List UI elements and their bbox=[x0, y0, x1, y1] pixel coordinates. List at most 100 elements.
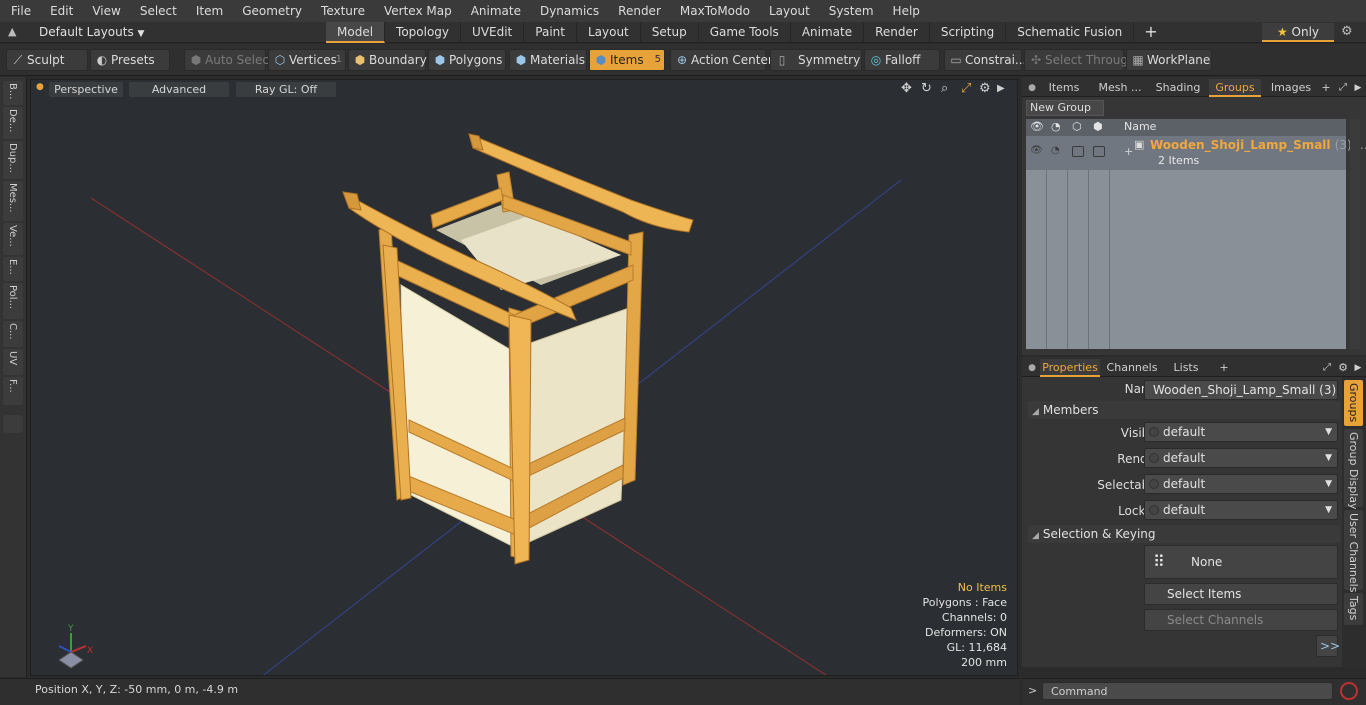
side-tab-group-display[interactable]: Group Display bbox=[1344, 429, 1363, 510]
action-center-button[interactable]: ⊕ Action Center bbox=[670, 49, 773, 71]
panel-dot-icon[interactable]: ● bbox=[1026, 79, 1038, 97]
zoom-icon[interactable]: ⌕ bbox=[941, 81, 948, 96]
left-tab-vertex[interactable]: Ve... bbox=[3, 223, 23, 255]
left-tab-basic[interactable]: B... bbox=[3, 81, 23, 105]
group-row[interactable]: 👁 ◔ + ▣ Wooden_Shoji_Lamp_Small (3) … 2 … bbox=[1026, 136, 1366, 170]
menu-render[interactable]: Render bbox=[607, 4, 669, 18]
tab-properties[interactable]: Properties bbox=[1040, 359, 1100, 377]
perspective-button[interactable]: Perspective bbox=[49, 82, 123, 97]
menu-vertex-map[interactable]: Vertex Map bbox=[373, 4, 460, 18]
tab-lists[interactable]: Lists bbox=[1166, 359, 1206, 377]
boundary-button[interactable]: ⬢ Boundary bbox=[348, 49, 427, 71]
vertices-button[interactable]: ⬡ Vertices 1 bbox=[268, 49, 346, 71]
tab-groups[interactable]: Groups bbox=[1209, 79, 1261, 97]
visibility-icon[interactable]: 👁 bbox=[1030, 145, 1043, 156]
layout-selector[interactable]: Default Layouts ▼ bbox=[39, 25, 144, 39]
tab-shading[interactable]: Shading bbox=[1152, 79, 1204, 97]
menu-help[interactable]: Help bbox=[882, 4, 928, 18]
tab-animate[interactable]: Animate bbox=[791, 22, 865, 43]
menu-layout[interactable]: Layout bbox=[758, 4, 818, 18]
tab-render[interactable]: Render bbox=[864, 22, 930, 43]
selectable-checkbox[interactable] bbox=[1072, 146, 1084, 157]
add-tab-icon[interactable]: + bbox=[1134, 22, 1167, 43]
none-button[interactable]: ⠿ None bbox=[1144, 545, 1338, 579]
left-tab-extra[interactable] bbox=[3, 415, 23, 433]
add-panel-tab-icon[interactable]: + bbox=[1320, 79, 1332, 97]
command-input[interactable] bbox=[1042, 682, 1333, 700]
workplane-button[interactable]: ▦ WorkPlane bbox=[1126, 49, 1212, 71]
side-tab-tags[interactable]: Tags bbox=[1344, 593, 1363, 625]
viewport-gear-icon[interactable]: ⚙ bbox=[979, 81, 991, 96]
left-tab-duplicate[interactable]: Dup... bbox=[3, 141, 23, 179]
select-channels-button[interactable]: Select Channels bbox=[1144, 609, 1338, 631]
menu-view[interactable]: View bbox=[81, 4, 128, 18]
menu-edit[interactable]: Edit bbox=[39, 4, 81, 18]
viewport-dot-icon[interactable]: ● bbox=[36, 82, 44, 92]
left-tab-curve[interactable]: C... bbox=[3, 321, 23, 347]
props-dot-icon[interactable]: ● bbox=[1026, 359, 1038, 377]
select-items-button[interactable]: Select Items bbox=[1144, 583, 1338, 605]
side-tab-groups[interactable]: Groups bbox=[1344, 380, 1363, 426]
left-tab-mesh-edit[interactable]: Mes... bbox=[3, 181, 23, 221]
menu-texture[interactable]: Texture bbox=[310, 4, 373, 18]
expand-arrow-icon[interactable]: ▶ bbox=[997, 83, 1005, 94]
menu-file[interactable]: File bbox=[0, 4, 39, 18]
selection-keying-section[interactable]: ◢ Selection & Keying bbox=[1028, 525, 1340, 543]
add-props-tab-icon[interactable]: + bbox=[1218, 359, 1230, 377]
materials-button[interactable]: ⬢ Materials bbox=[509, 49, 587, 71]
props-gear-icon[interactable]: ⚙ bbox=[1336, 359, 1350, 377]
left-tab-deform[interactable]: De... bbox=[3, 107, 23, 139]
expand-plus-icon[interactable]: + bbox=[1124, 145, 1133, 158]
tab-mesh[interactable]: Mesh ... bbox=[1092, 79, 1148, 97]
left-tab-fusion[interactable]: F... bbox=[3, 377, 23, 405]
falloff-button[interactable]: ◎ Falloff bbox=[864, 49, 940, 71]
group-name[interactable]: Wooden_Shoji_Lamp_Small (3) … bbox=[1150, 138, 1366, 152]
tab-setup[interactable]: Setup bbox=[641, 22, 699, 43]
groups-scrollbar[interactable] bbox=[1350, 119, 1360, 349]
render-select[interactable]: default ▼ bbox=[1144, 448, 1338, 468]
tab-scripting[interactable]: Scripting bbox=[930, 22, 1007, 43]
tab-game-tools[interactable]: Game Tools bbox=[699, 22, 791, 43]
menu-select[interactable]: Select bbox=[129, 4, 185, 18]
left-tab-uv[interactable]: UV bbox=[3, 349, 23, 375]
constraints-button[interactable]: ▭ Constrai... bbox=[944, 49, 1026, 71]
props-expand-icon[interactable]: ⤢ bbox=[1320, 359, 1334, 377]
tab-uvedit[interactable]: UVEdit bbox=[461, 22, 525, 43]
tab-schematic-fusion[interactable]: Schematic Fusion bbox=[1006, 22, 1135, 43]
symmetry-button[interactable]: ▯ Symmetry bbox=[770, 49, 862, 71]
tab-paint[interactable]: Paint bbox=[524, 22, 577, 43]
collapse-up-icon[interactable]: ▲ bbox=[8, 25, 22, 39]
side-tab-user-channels[interactable]: User Channels bbox=[1344, 510, 1363, 592]
record-icon[interactable] bbox=[1340, 682, 1358, 700]
move-icon[interactable]: ✥ bbox=[901, 81, 912, 96]
new-group-button[interactable]: New Group bbox=[1026, 100, 1104, 116]
tab-model[interactable]: Model bbox=[326, 22, 386, 43]
locked-select[interactable]: default ▼ bbox=[1144, 500, 1338, 520]
members-section[interactable]: ◢ Members bbox=[1028, 401, 1340, 419]
menu-item[interactable]: Item bbox=[185, 4, 231, 18]
raygl-button[interactable]: Ray GL: Off bbox=[236, 82, 336, 97]
tab-channels[interactable]: Channels bbox=[1106, 359, 1158, 377]
gear-icon[interactable]: ⚙ bbox=[1341, 24, 1353, 39]
props-arrow-icon[interactable]: ▶ bbox=[1352, 359, 1364, 377]
render-toggle-icon[interactable]: ◔ bbox=[1051, 145, 1060, 156]
sculpt-button[interactable]: ⟋ Sculpt bbox=[6, 49, 88, 71]
locked-checkbox[interactable] bbox=[1093, 146, 1105, 157]
polygons-button[interactable]: ⬢ Polygons bbox=[428, 49, 506, 71]
menu-maxtomodo[interactable]: MaxToModo bbox=[669, 4, 758, 18]
name-field[interactable]: Wooden_Shoji_Lamp_Small (3) bbox=[1144, 380, 1338, 400]
only-toggle[interactable]: ★ Only bbox=[1262, 23, 1334, 42]
3d-viewport[interactable]: Y X ● Perspective Advanced Ray GL: Off ✥… bbox=[30, 79, 1018, 676]
left-tab-polygon[interactable]: Pol... bbox=[3, 283, 23, 319]
visible-select[interactable]: default ▼ bbox=[1144, 422, 1338, 442]
fit-icon[interactable]: ⤢ bbox=[961, 81, 971, 96]
auto-select-button[interactable]: ⬢ Auto Select bbox=[184, 49, 274, 71]
panel-expand-icon[interactable]: ⤢ bbox=[1336, 79, 1350, 97]
tab-images[interactable]: Images bbox=[1266, 79, 1316, 97]
tab-layout[interactable]: Layout bbox=[577, 22, 641, 43]
advanced-button[interactable]: Advanced bbox=[129, 82, 229, 97]
menu-animate[interactable]: Animate bbox=[460, 4, 529, 18]
select-through-button[interactable]: ✣ Select Through bbox=[1024, 49, 1136, 71]
selectable-select[interactable]: default ▼ bbox=[1144, 474, 1338, 494]
tab-topology[interactable]: Topology bbox=[385, 22, 462, 43]
